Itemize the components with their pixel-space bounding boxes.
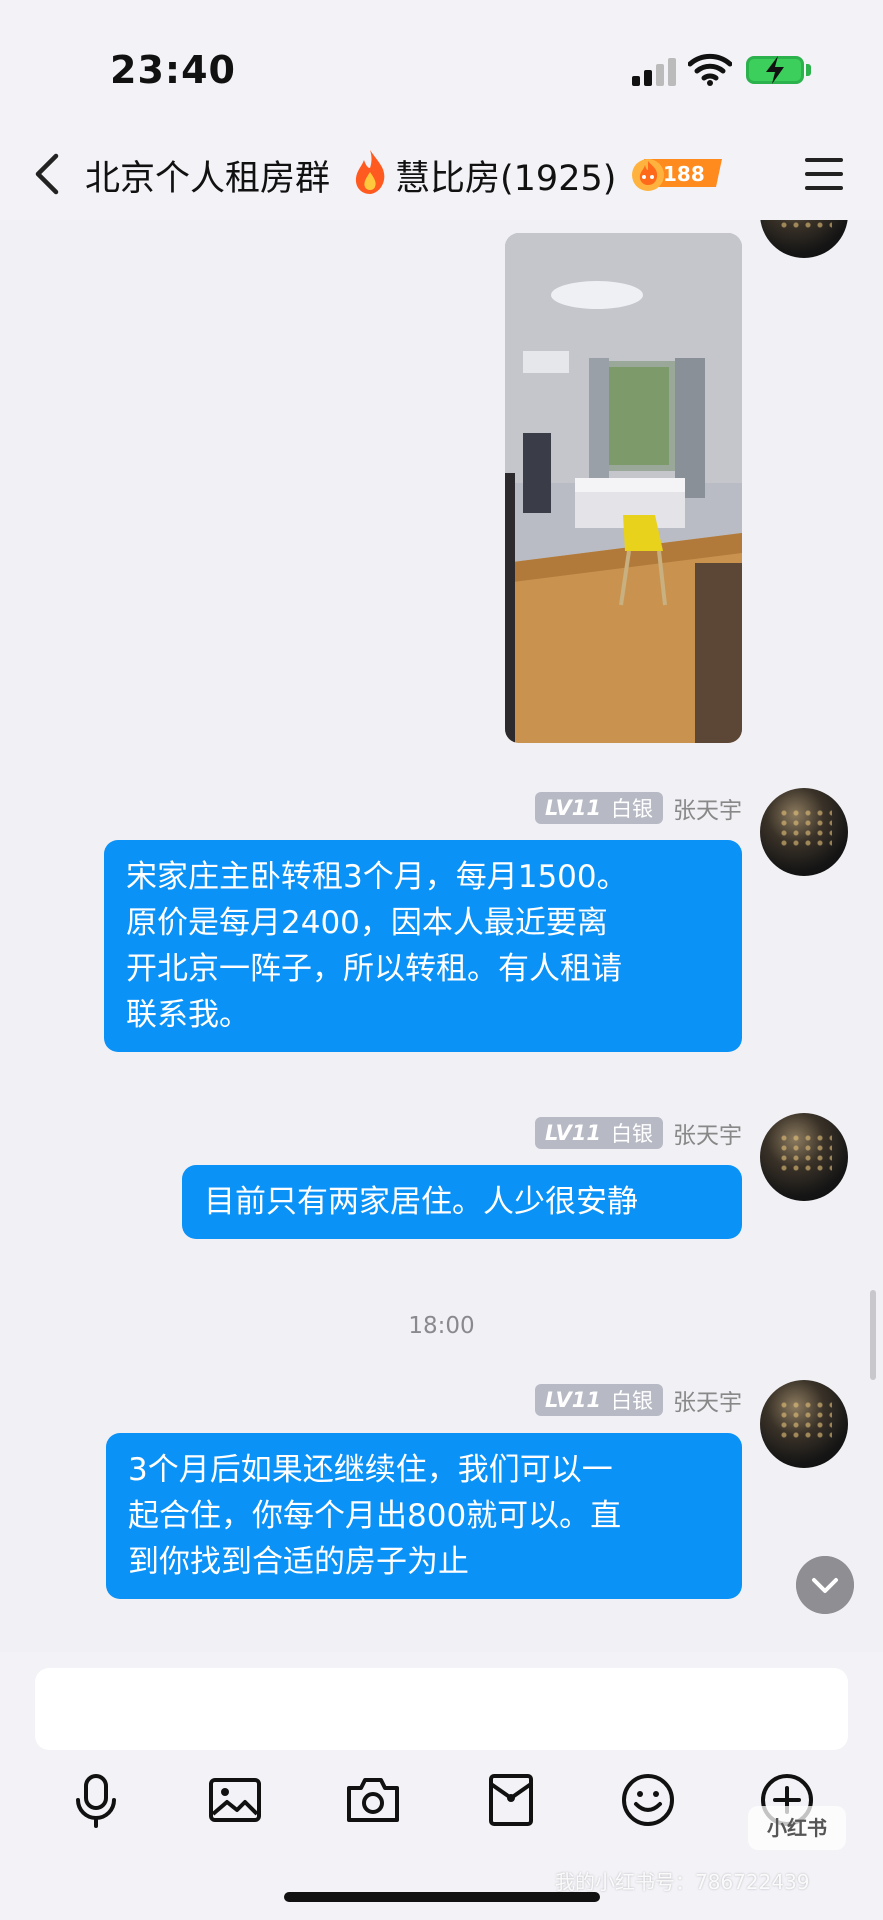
menu-icon[interactable] bbox=[805, 158, 843, 190]
level-badge: LV11 白银 bbox=[535, 792, 663, 824]
room-photo bbox=[505, 233, 742, 743]
rank-text: 白银 bbox=[611, 1122, 653, 1146]
watermark-text: 我的小红书号：786722439 bbox=[555, 1870, 810, 1894]
message-input[interactable] bbox=[35, 1668, 848, 1750]
level-badge: LV11 白银 bbox=[535, 1384, 663, 1416]
red-packet-icon[interactable] bbox=[481, 1770, 541, 1830]
level-text: LV11 bbox=[545, 796, 601, 820]
charging-bolt-icon bbox=[766, 56, 784, 84]
sender-row: LV11 白银 张天宇 bbox=[535, 790, 742, 826]
sender-name[interactable]: 张天宇 bbox=[673, 1383, 742, 1417]
avatar[interactable] bbox=[760, 1380, 848, 1468]
home-indicator[interactable] bbox=[284, 1892, 600, 1902]
group-badge-count: 188 bbox=[663, 162, 705, 186]
watermark-logo: 小红书 bbox=[748, 1806, 846, 1850]
message-bubble[interactable]: 目前只有两家居住。人少很安静 bbox=[182, 1165, 742, 1239]
nav-bar: 北京个人租房群 慧比房(1925) 188 bbox=[0, 130, 883, 220]
group-title: 北京个人租房群 bbox=[85, 159, 331, 199]
avatar[interactable] bbox=[760, 220, 848, 258]
level-badge: LV11 白银 bbox=[535, 1117, 663, 1149]
signal-icon bbox=[632, 58, 678, 86]
wifi-icon bbox=[688, 53, 732, 86]
avatar[interactable] bbox=[760, 788, 848, 876]
sender-row: LV11 白银 张天宇 bbox=[535, 1115, 742, 1151]
message-bubble[interactable]: 3个月后如果还继续住，我们可以一 起合住，你每个月出800就可以。直 到你找到合… bbox=[106, 1433, 742, 1599]
message-text: 宋家庄主卧转租3个月，每月1500。 原价是每月2400，因本人最近要离 开北京… bbox=[126, 859, 628, 1033]
sender-name[interactable]: 张天宇 bbox=[673, 1116, 742, 1150]
message-bubble[interactable]: 宋家庄主卧转租3个月，每月1500。 原价是每月2400，因本人最近要离 开北京… bbox=[104, 840, 742, 1052]
message-text: 目前只有两家居住。人少很安静 bbox=[204, 1184, 638, 1220]
timestamp: 18:00 bbox=[408, 1313, 475, 1339]
room-photo-message[interactable] bbox=[505, 233, 742, 743]
image-icon[interactable] bbox=[205, 1770, 265, 1830]
camera-icon[interactable] bbox=[343, 1770, 403, 1830]
sender-name[interactable]: 张天宇 bbox=[673, 791, 742, 825]
group-title-suffix: 慧比房(1925) bbox=[395, 159, 617, 199]
scroll-down-icon[interactable] bbox=[796, 1556, 854, 1614]
status-time: 23:40 bbox=[110, 48, 236, 92]
message-text: 3个月后如果还继续住，我们可以一 起合住，你每个月出800就可以。直 到你找到合… bbox=[128, 1452, 622, 1580]
avatar[interactable] bbox=[760, 1113, 848, 1201]
level-text: LV11 bbox=[545, 1388, 601, 1412]
rank-text: 白银 bbox=[611, 797, 653, 821]
status-bar: 23:40 bbox=[0, 0, 883, 130]
rank-text: 白银 bbox=[611, 1389, 653, 1413]
emoji-icon[interactable] bbox=[618, 1770, 678, 1830]
back-icon[interactable] bbox=[30, 150, 66, 198]
sender-row: LV11 白银 张天宇 bbox=[535, 1382, 742, 1418]
microphone-icon[interactable] bbox=[66, 1770, 126, 1830]
chat-area[interactable]: LV11 白银 张天宇 宋家庄主卧转租3个月，每月1500。 原价是每月2400… bbox=[0, 220, 883, 1652]
scroll-indicator[interactable] bbox=[870, 1290, 876, 1380]
fire-icon bbox=[355, 150, 385, 194]
level-text: LV11 bbox=[545, 1121, 601, 1145]
battery-cap bbox=[806, 64, 811, 76]
